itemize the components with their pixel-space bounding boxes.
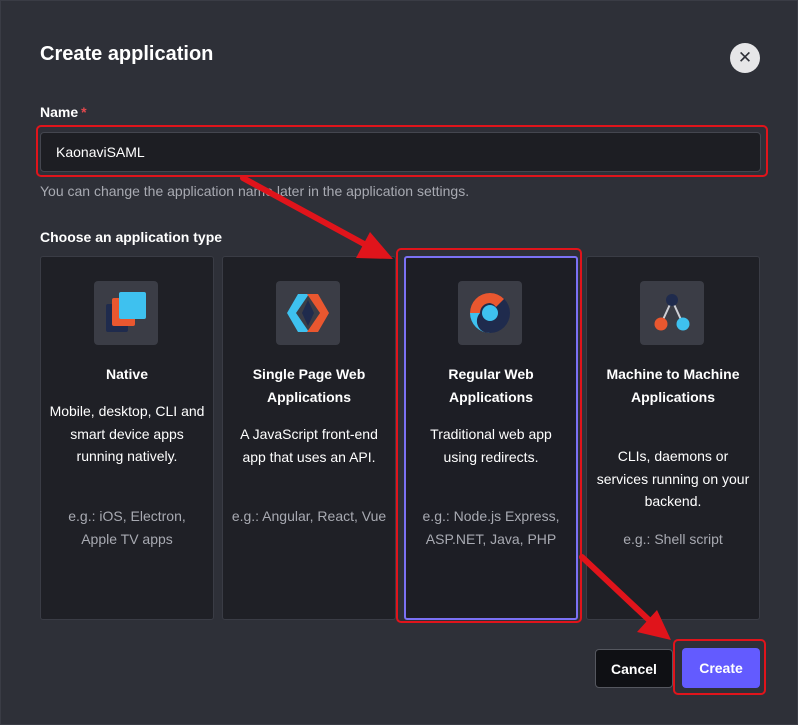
spa-icon (276, 281, 340, 345)
create-button[interactable]: Create (682, 648, 760, 688)
name-label-text: Name (40, 104, 79, 120)
card-description: CLIs, daemons or services running on you… (596, 448, 750, 509)
app-type-card-spa[interactable]: Single Page Web Applications A JavaScrip… (222, 256, 396, 620)
required-marker: * (81, 104, 87, 120)
card-examples: e.g.: Angular, React, Vue (231, 508, 387, 524)
name-input-container (40, 132, 761, 172)
card-title: Native (105, 366, 149, 382)
card-description: Mobile, desktop, CLI and smart device ap… (49, 403, 205, 464)
card-examples: e.g.: Node.js Express, ASP.NET, Java, PH… (422, 508, 560, 547)
cancel-button[interactable]: Cancel (595, 649, 673, 688)
app-type-card-m2m[interactable]: Machine to Machine Applications CLIs, da… (586, 256, 760, 620)
name-label: Name * (40, 104, 87, 120)
card-description: A JavaScript front-end app that uses an … (240, 426, 378, 465)
native-app-icon (94, 281, 158, 345)
regular-web-app-icon (458, 281, 522, 345)
name-helper-text: You can change the application name late… (40, 183, 470, 199)
card-title: Machine to Machine Applications (606, 366, 740, 405)
app-type-card-native[interactable]: Native Mobile, desktop, CLI and smart de… (40, 256, 214, 620)
close-button[interactable]: ✕ (730, 43, 760, 73)
machine-to-machine-icon (640, 281, 704, 345)
close-icon: ✕ (737, 48, 753, 67)
card-title: Single Page Web Applications (252, 366, 366, 405)
app-type-card-regular-web[interactable]: Regular Web Applications Traditional web… (404, 256, 578, 620)
name-input[interactable] (41, 133, 760, 171)
card-examples: e.g.: Shell script (623, 531, 723, 547)
dialog-title: Create application (40, 43, 214, 65)
application-type-label: Choose an application type (40, 229, 223, 245)
card-title: Regular Web Applications (448, 366, 534, 405)
card-examples: e.g.: iOS, Electron, Apple TV apps (68, 508, 186, 547)
card-description: Traditional web app using redirects. (430, 426, 552, 465)
create-application-dialog: Create application ✕ Name* You can chang… (0, 0, 798, 725)
